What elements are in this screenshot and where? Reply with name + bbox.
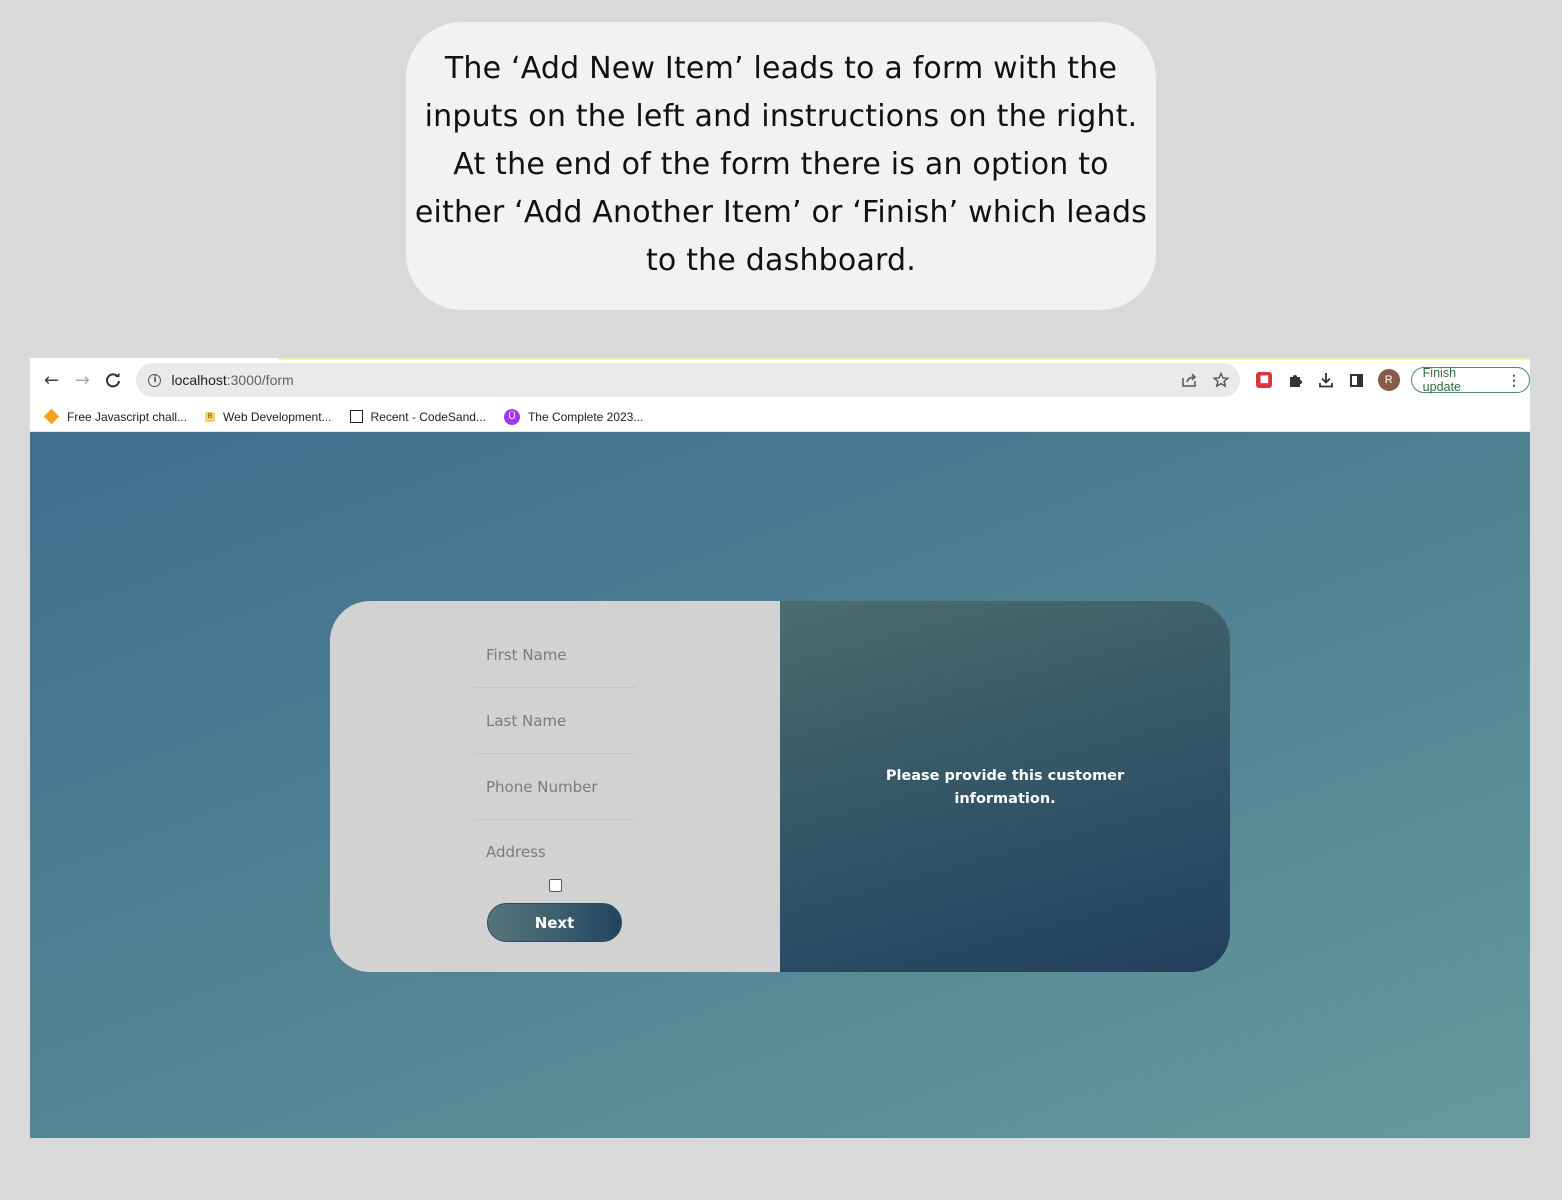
- bookmark-label: Recent - CodeSand...: [370, 409, 486, 424]
- extensions-area: ■ R Finish update ⋮: [1254, 366, 1530, 394]
- share-icon[interactable]: [1180, 372, 1198, 388]
- back-arrow-icon: ←: [43, 369, 59, 391]
- bookmark-codesandbox[interactable]: Recent - CodeSand...: [349, 409, 486, 424]
- last-name-input[interactable]: [474, 688, 636, 753]
- back-button[interactable]: ←: [36, 365, 67, 396]
- red-extension-icon[interactable]: ■: [1254, 370, 1274, 390]
- address-bar[interactable]: i localhost:3000/form: [136, 363, 1241, 397]
- bookmarks-bar: Free Javascript chall... B Web Developme…: [30, 402, 1530, 432]
- finish-update-label: Finish update: [1422, 366, 1461, 394]
- phone-number-input[interactable]: [474, 754, 636, 819]
- customer-form-card: Next Please provide this customer inform…: [330, 601, 1230, 972]
- page-viewport: Next Please provide this customer inform…: [30, 432, 1530, 1138]
- side-panel-icon[interactable]: [1347, 370, 1367, 390]
- url-text[interactable]: localhost:3000/form: [171, 372, 293, 388]
- finish-update-button[interactable]: Finish update ⋮: [1410, 366, 1530, 394]
- forward-button[interactable]: →: [67, 365, 98, 396]
- codesandbox-icon: [349, 410, 363, 423]
- first-name-input[interactable]: [474, 622, 636, 687]
- profile-avatar[interactable]: R: [1377, 369, 1400, 391]
- forward-arrow-icon: →: [74, 369, 90, 391]
- reload-icon: [106, 372, 121, 388]
- caption-text: The ‘Add New Item’ leads to a form with …: [414, 51, 1148, 278]
- last-name-field: [474, 688, 636, 754]
- reload-button[interactable]: [98, 365, 129, 396]
- instructions-panel: Please provide this customer information…: [780, 601, 1230, 972]
- caption-bubble: The ‘Add New Item’ leads to a form with …: [406, 22, 1156, 310]
- bookmark-web-development[interactable]: B Web Development...: [205, 410, 332, 424]
- next-button[interactable]: Next: [487, 903, 622, 942]
- instructions-text: Please provide this customer information…: [885, 767, 1125, 807]
- bookmark-label: Free Javascript chall...: [67, 409, 188, 424]
- kebab-menu-icon: ⋮: [1506, 372, 1521, 388]
- browser-toolbar: ← → i localhost:3000/form ■ R Finish upd…: [30, 360, 1530, 400]
- form-checkbox[interactable]: [549, 879, 562, 892]
- orange-diamond-icon: [43, 408, 60, 425]
- webdev-favicon-icon: B: [205, 411, 216, 422]
- form-inputs-panel: Next: [330, 601, 780, 972]
- first-name-field: [474, 622, 636, 688]
- url-host: localhost: [171, 372, 227, 388]
- phone-number-field: [474, 754, 636, 820]
- download-icon[interactable]: [1316, 370, 1336, 390]
- udemy-icon: Ü: [503, 408, 520, 425]
- site-info-icon[interactable]: i: [148, 373, 162, 387]
- bookmark-label: Web Development...: [223, 409, 332, 424]
- bookmark-label: The Complete 2023...: [527, 409, 644, 424]
- puzzle-extensions-icon[interactable]: [1285, 370, 1305, 390]
- url-path: :3000/form: [226, 372, 294, 388]
- bookmark-free-javascript[interactable]: Free Javascript chall...: [43, 408, 188, 425]
- browser-window: ← → i localhost:3000/form ■ R Finish upd…: [30, 358, 1530, 1138]
- address-bar-actions: [1180, 363, 1231, 397]
- bookmark-star-icon[interactable]: [1212, 372, 1231, 388]
- address-field: [474, 821, 636, 883]
- address-input[interactable]: [474, 821, 636, 883]
- bookmark-complete-2023[interactable]: Ü The Complete 2023...: [503, 408, 644, 425]
